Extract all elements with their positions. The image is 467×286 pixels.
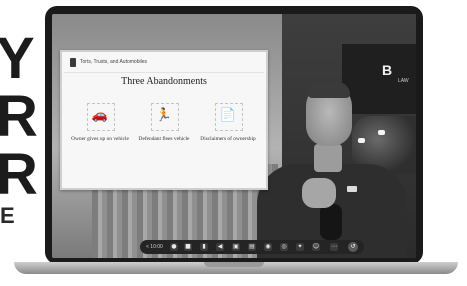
book-icon: [70, 58, 76, 67]
slide-item-defendant: 🏃 Defendant flees vehicle: [134, 103, 194, 143]
big-letter: R: [0, 142, 38, 207]
settings-icon[interactable]: ✦: [296, 243, 304, 251]
background-big-letters: Y R R: [0, 26, 38, 207]
presenter-hand: [302, 178, 336, 208]
background-small-letters: E: [0, 203, 15, 228]
car-headlight: [378, 130, 385, 135]
firm-logo: B: [382, 62, 393, 78]
refresh-icon[interactable]: ↺: [348, 242, 358, 252]
participants-icon[interactable]: ◉: [264, 243, 272, 251]
more-icon[interactable]: ⋯: [330, 243, 338, 251]
document-sign-icon: 📄: [215, 103, 243, 131]
meeting-control-bar: < 10:00 ● ■ ▮ ◀ ▣ ▤ ◉ ◎ ✦ ☺ ⋯ ↺: [140, 240, 364, 254]
timer-display[interactable]: < 10:00: [146, 243, 163, 251]
slide-header: Torts, Trusts, and Automobiles: [64, 54, 264, 73]
record-icon[interactable]: ●: [170, 243, 178, 251]
car-headlight: [358, 138, 365, 143]
screen-share-icon[interactable]: ▣: [232, 243, 240, 251]
slide-title: Three Abandonments: [121, 76, 207, 87]
emoji-icon[interactable]: ☺: [312, 243, 320, 251]
car-glyph: 🚗: [91, 108, 109, 123]
presenter-hair: [308, 82, 350, 98]
firm-logo-sub: LAW: [398, 78, 409, 84]
presenter-neck: [314, 144, 342, 172]
reactions-icon[interactable]: ◎: [280, 243, 288, 251]
shirt-logo: [347, 186, 357, 192]
laptop-screen: B LAW Torts, Trusts, and Automobiles Thr…: [52, 14, 416, 258]
microphone: [320, 204, 342, 240]
slide-item-caption: Defendant flees vehicle: [138, 136, 190, 142]
runner-glyph: 🏃: [155, 108, 173, 123]
presentation-slide[interactable]: Torts, Trusts, and Automobiles Three Aba…: [60, 50, 268, 190]
slide-item-disclaimers: 📄 Disclaimers of ownership: [198, 103, 258, 143]
speaker-icon[interactable]: ◀: [216, 243, 224, 251]
car-icon: 🚗: [87, 103, 115, 131]
person-running-icon: 🏃: [151, 103, 179, 131]
document-glyph: 📄: [219, 108, 237, 123]
mic-icon[interactable]: ▮: [200, 243, 208, 251]
camera-icon[interactable]: ■: [184, 243, 192, 251]
slide-item-owner: 🚗 Owner gives up on vehicle: [70, 103, 130, 143]
slide-item-caption: Disclaimers of ownership: [200, 136, 256, 142]
slide-header-text: Torts, Trusts, and Automobiles: [80, 59, 147, 65]
big-letter: R: [0, 84, 38, 149]
laptop-notch: [204, 262, 264, 267]
slide-item-caption: Owner gives up on vehicle: [71, 136, 129, 142]
chat-icon[interactable]: ▤: [248, 243, 256, 251]
big-letter: Y: [0, 26, 35, 91]
